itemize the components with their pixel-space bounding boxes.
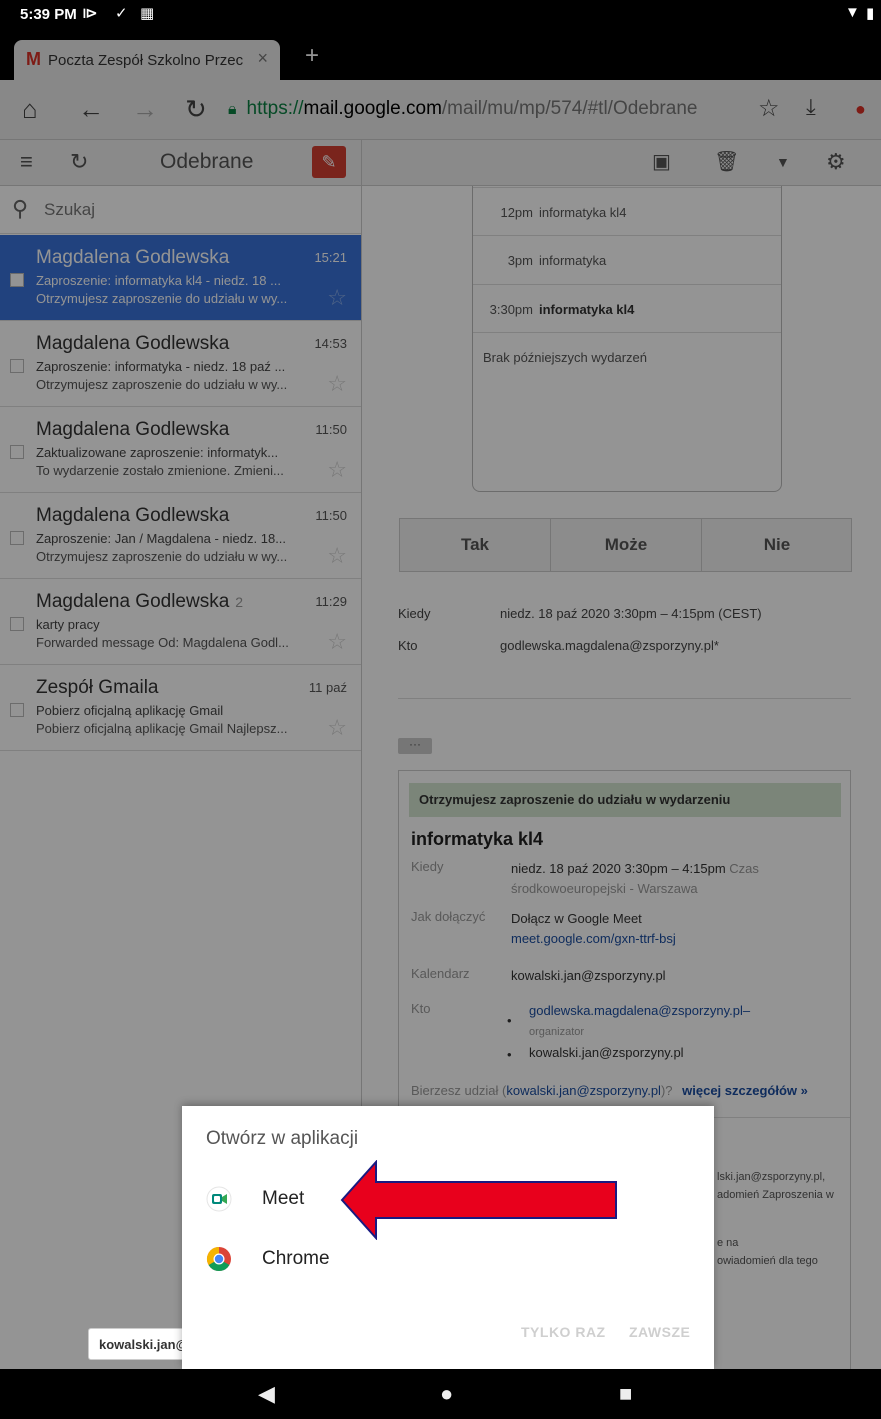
status-time: 5:39 PM xyxy=(20,6,77,23)
play-icon: ⧐ xyxy=(82,5,98,22)
dialog-title: Otwórz w aplikacji xyxy=(206,1128,359,1149)
just-once-button[interactable]: TYLKO RAZ xyxy=(521,1324,606,1340)
chrome-icon xyxy=(206,1247,231,1272)
meet-icon xyxy=(206,1186,232,1212)
always-button[interactable]: ZAWSZE xyxy=(629,1324,690,1340)
battery-icon: ▮ xyxy=(866,5,875,22)
annotation-arrow xyxy=(340,1160,617,1240)
wifi-icon: ▼ xyxy=(845,4,860,21)
option-label: Meet xyxy=(262,1188,305,1209)
back-nav-icon[interactable]: ◀ xyxy=(258,1381,275,1407)
option-label: Chrome xyxy=(262,1248,330,1269)
home-nav-icon[interactable]: ● xyxy=(440,1381,453,1407)
recents-nav-icon[interactable]: ■ xyxy=(619,1381,632,1407)
android-nav-bar: ◀ ● ■ xyxy=(0,1369,881,1419)
image-icon: ▦ xyxy=(140,5,155,22)
option-chrome[interactable]: Chrome xyxy=(182,1232,714,1290)
status-bar: 5:39 PM ⧐ ✓ ▦ ▼ ▮ xyxy=(0,0,881,30)
check-icon: ✓ xyxy=(115,5,128,22)
